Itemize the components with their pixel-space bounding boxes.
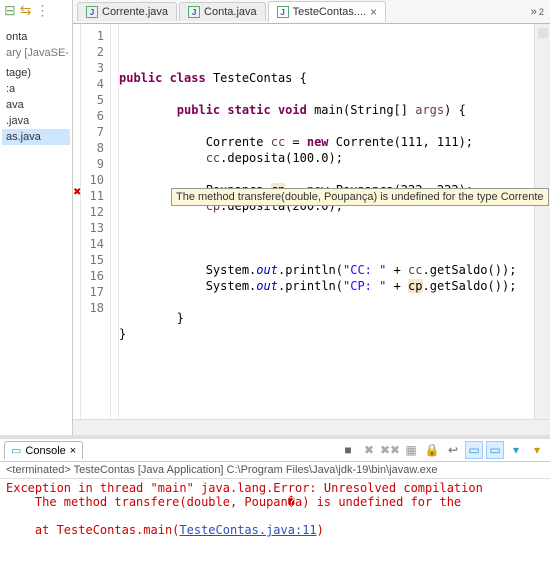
line-number[interactable]: 13 xyxy=(81,220,110,236)
open-console-icon[interactable]: ▾ xyxy=(528,441,546,459)
close-icon[interactable]: × xyxy=(70,445,76,457)
code-line[interactable] xyxy=(119,294,534,310)
code-line[interactable]: Corrente cc = new Corrente(111, 111); xyxy=(119,134,534,150)
line-gutter[interactable]: 123456789101112131415161718 xyxy=(81,24,111,419)
tab-testecontas[interactable]: J TesteContas.... × xyxy=(268,1,386,22)
line-number[interactable]: 4 xyxy=(81,76,110,92)
link-editor-icon[interactable]: ⇆ xyxy=(20,2,32,19)
scroll-lock-icon[interactable]: 🔒 xyxy=(423,441,441,459)
java-file-icon: J xyxy=(86,6,98,18)
code-line[interactable]: System.out.println("CC: " + cc.getSaldo(… xyxy=(119,262,534,278)
line-number[interactable]: 6 xyxy=(81,108,110,124)
overflow-count: 2 xyxy=(539,7,544,17)
line-number[interactable]: 5 xyxy=(81,92,110,108)
line-number[interactable]: 14 xyxy=(81,236,110,252)
tab-conta[interactable]: J Conta.java xyxy=(179,2,266,21)
console-toolbar: ■ ✖ ✖✖ ▦ 🔒 ↩ ▭ ▭ ▾ ▾ xyxy=(339,441,546,459)
code-line[interactable]: } xyxy=(119,326,534,342)
display-menu-icon[interactable]: ▾ xyxy=(507,441,525,459)
code-line[interactable] xyxy=(119,246,534,262)
code-line[interactable]: cc.deposita(100.0); xyxy=(119,150,534,166)
tab-label: Conta.java xyxy=(204,6,257,18)
code-line[interactable]: } xyxy=(119,310,534,326)
console-icon: ▭ xyxy=(11,444,21,457)
tree-item[interactable]: .java xyxy=(2,113,70,129)
console-tab-label: Console xyxy=(25,445,65,457)
word-wrap-icon[interactable]: ↩ xyxy=(444,441,462,459)
tab-corrente[interactable]: J Corrente.java xyxy=(77,2,177,21)
java-file-icon: J xyxy=(188,6,200,18)
code-body[interactable]: The method transfere(double, Poupança) i… xyxy=(119,24,534,419)
line-number[interactable]: 17 xyxy=(81,284,110,300)
line-number[interactable]: 16 xyxy=(81,268,110,284)
line-number[interactable]: 9 xyxy=(81,156,110,172)
line-number[interactable]: 3 xyxy=(81,60,110,76)
sidebar-toolbar: ⊟ ⇆ ⋮ xyxy=(0,0,72,21)
tree-item[interactable]: :a xyxy=(2,81,70,97)
tree-item[interactable]: tage) xyxy=(2,65,70,81)
terminate-icon[interactable]: ■ xyxy=(339,441,357,459)
tree-item[interactable]: ava xyxy=(2,97,70,113)
vertical-scrollbar[interactable] xyxy=(534,24,550,419)
collapse-all-icon[interactable]: ⊟ xyxy=(4,2,16,19)
tree-item[interactable]: onta xyxy=(2,29,70,45)
view-menu-icon[interactable]: ⋮ xyxy=(35,2,49,19)
horizontal-scrollbar[interactable] xyxy=(73,419,550,435)
line-number[interactable]: 1 xyxy=(81,28,110,44)
editor-area: J Corrente.java J Conta.java J TesteCont… xyxy=(73,0,550,435)
close-icon[interactable]: × xyxy=(370,5,377,19)
remove-all-icon[interactable]: ✖✖ xyxy=(381,441,399,459)
line-number[interactable]: 8 xyxy=(81,140,110,156)
package-tree[interactable]: onta ary [JavaSE-18] tage) :a ava .java … xyxy=(0,21,72,149)
remove-launch-icon[interactable]: ✖ xyxy=(360,441,378,459)
line-number[interactable]: 12 xyxy=(81,204,110,220)
editor-tabs[interactable]: J Corrente.java J Conta.java J TesteCont… xyxy=(73,0,550,24)
code-line[interactable] xyxy=(119,214,534,230)
error-marker-icon[interactable]: ✖ xyxy=(73,188,81,198)
console-panel: ▭ Console × ■ ✖ ✖✖ ▦ 🔒 ↩ ▭ ▭ ▾ ▾ <termin… xyxy=(0,435,550,573)
tab-overflow[interactable]: » 2 xyxy=(525,6,550,18)
console-tab[interactable]: ▭ Console × xyxy=(4,441,83,459)
clear-icon[interactable]: ▦ xyxy=(402,441,420,459)
code-line[interactable]: System.out.println("CP: " + cp.getSaldo(… xyxy=(119,278,534,294)
code-editor[interactable]: ✖ 123456789101112131415161718 The method… xyxy=(73,24,550,419)
line-number[interactable]: 7 xyxy=(81,124,110,140)
console-header: ▭ Console × ■ ✖ ✖✖ ▦ 🔒 ↩ ▭ ▭ ▾ ▾ xyxy=(0,439,550,462)
code-line[interactable] xyxy=(119,118,534,134)
folding-ruler[interactable] xyxy=(111,24,119,419)
code-line[interactable] xyxy=(119,342,534,358)
code-line[interactable] xyxy=(119,166,534,182)
java-file-icon: J xyxy=(277,6,289,18)
code-line[interactable]: public static void main(String[] args) { xyxy=(119,102,534,118)
line-number[interactable]: 18 xyxy=(81,300,110,316)
show-console-icon[interactable]: ▭ xyxy=(465,441,483,459)
tab-label: Corrente.java xyxy=(102,6,168,18)
line-number[interactable]: 15 xyxy=(81,252,110,268)
code-line[interactable]: public class TesteContas { xyxy=(119,70,534,86)
line-number[interactable]: 2 xyxy=(81,44,110,60)
console-status: <terminated> TesteContas [Java Applicati… xyxy=(0,462,550,479)
line-number[interactable]: 10 xyxy=(81,172,110,188)
error-tooltip: The method transfere(double, Poupança) i… xyxy=(171,188,549,206)
package-explorer[interactable]: ⊟ ⇆ ⋮ onta ary [JavaSE-18] tage) :a ava … xyxy=(0,0,73,435)
console-output[interactable]: Exception in thread "main" java.lang.Err… xyxy=(0,479,550,573)
tree-item[interactable]: ary [JavaSE-18] xyxy=(2,45,70,61)
code-line[interactable] xyxy=(119,86,534,102)
marker-strip[interactable]: ✖ xyxy=(73,24,81,419)
pin-console-icon[interactable]: ▭ xyxy=(486,441,504,459)
stack-trace-link[interactable]: TesteContas.java:11 xyxy=(179,523,316,537)
tree-item[interactable]: as.java xyxy=(2,129,70,145)
code-line[interactable] xyxy=(119,230,534,246)
chevron-right-icon: » xyxy=(531,6,537,18)
line-number[interactable]: 11 xyxy=(81,188,110,204)
tab-label: TesteContas.... xyxy=(293,6,366,18)
